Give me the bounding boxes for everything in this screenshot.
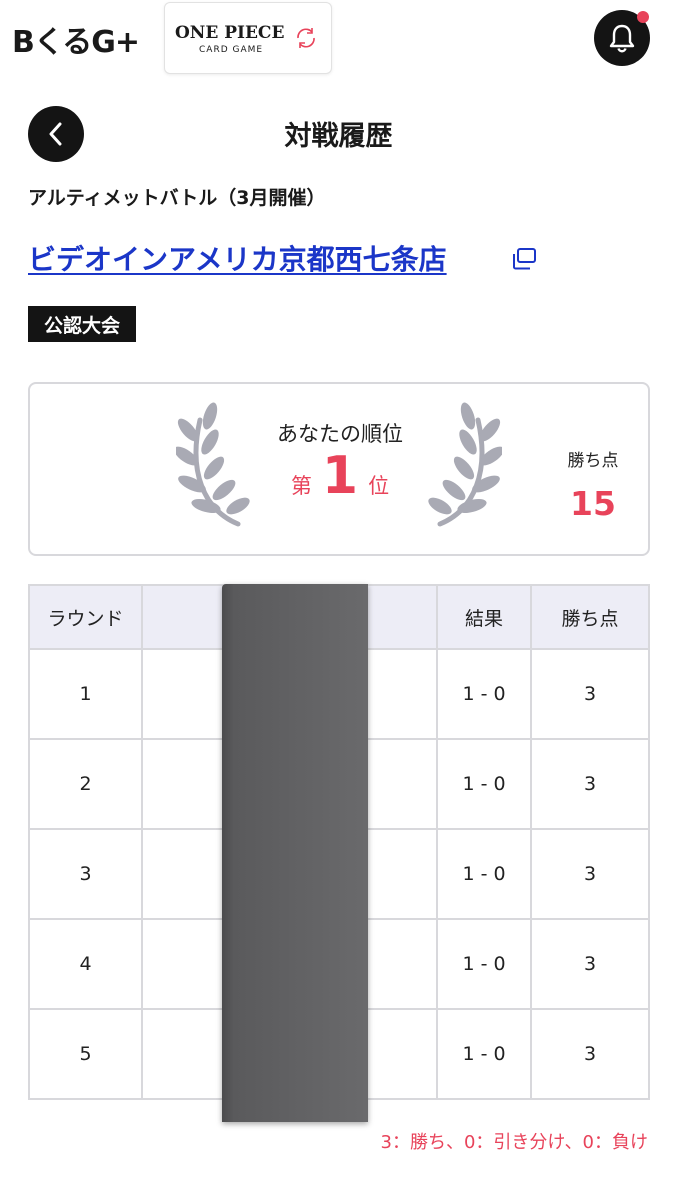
- round-cell: 5: [28, 1008, 143, 1100]
- header-round: ラウンド: [28, 584, 143, 650]
- result-cell: 1 - 0: [436, 738, 532, 830]
- round-cell: 3: [28, 828, 143, 920]
- round-cell: 4: [28, 918, 143, 1010]
- points-cell: 3: [530, 918, 650, 1010]
- rank-display: 第1位: [250, 450, 430, 502]
- result-cell: 1 - 0: [436, 918, 532, 1010]
- points-label: 勝ち点: [567, 451, 619, 471]
- refresh-mark-icon: [297, 28, 315, 48]
- tournament-type-badge: 公認大会: [28, 306, 137, 342]
- redaction-block: [222, 584, 368, 1122]
- points-value: 15: [570, 484, 616, 523]
- round-cell: 2: [28, 738, 143, 830]
- rank-label: あなたの順位: [277, 422, 403, 446]
- points-legend: 3：勝ち、0：引き分け、0：負け: [380, 1132, 648, 1153]
- round-cell: 1: [28, 648, 143, 740]
- store-link[interactable]: ビデオインアメリカ京都西七条店: [28, 238, 447, 278]
- points-cell: 3: [530, 738, 650, 830]
- one-piece-logo[interactable]: ONE PIECE CARD GAME: [164, 2, 332, 74]
- event-name: アルティメットバトル（3月開催）: [28, 187, 326, 209]
- notification-dot: [637, 11, 649, 23]
- external-link-icon[interactable]: [510, 247, 538, 271]
- game-logo-main: ONE PIECE: [175, 23, 285, 43]
- result-cell: 1 - 0: [436, 648, 532, 740]
- bell-icon: [609, 24, 635, 53]
- rank-suffix: 位: [368, 474, 390, 498]
- header-points: 勝ち点: [530, 584, 650, 650]
- result-cell: 1 - 0: [436, 828, 532, 920]
- result-cell: 1 - 0: [436, 1008, 532, 1100]
- points-cell: 3: [530, 648, 650, 740]
- page-title: 対戦履歴: [284, 121, 393, 152]
- rank-prefix: 第: [290, 474, 312, 498]
- header-result: 結果: [436, 584, 532, 650]
- points-cell: 3: [530, 1008, 650, 1100]
- brand-logo-text: BくるG+: [12, 25, 140, 60]
- points-cell: 3: [530, 828, 650, 920]
- rank-value: 1: [321, 446, 359, 506]
- game-logo-sub: CARD GAME: [199, 45, 264, 55]
- brand-logo[interactable]: BくるG+: [12, 22, 140, 60]
